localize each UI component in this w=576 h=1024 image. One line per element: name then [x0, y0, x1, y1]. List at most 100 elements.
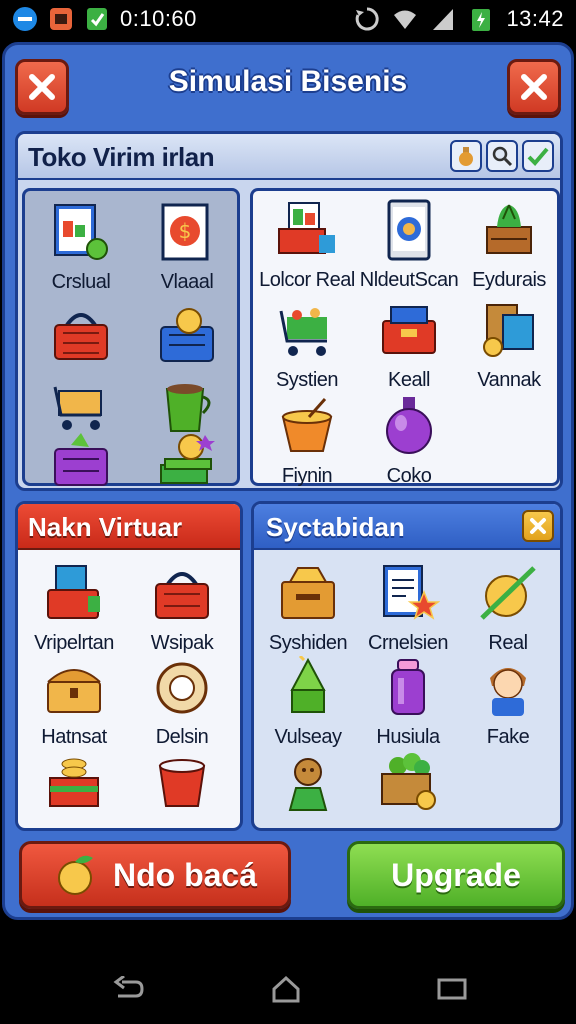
system-item-5[interactable]: Husiula — [358, 656, 458, 749]
store-item-1[interactable]: Crslual — [41, 201, 121, 294]
store-item-8[interactable] — [147, 429, 227, 499]
close-left-button[interactable] — [15, 59, 69, 115]
store-item-3[interactable] — [41, 303, 121, 373]
checkmark-icon — [527, 147, 549, 166]
store-item-9[interactable]: Lolcor Real — [257, 199, 357, 292]
system-item-1[interactable]: Syshiden — [258, 562, 358, 655]
coin-basket-icon — [160, 308, 214, 362]
virtual-panel: Nakn Virtuar Vripelrtan Wsipak Hatnsat D… — [15, 501, 243, 831]
notebook-star-icon — [383, 565, 440, 620]
navigation-bar — [0, 944, 576, 1024]
store-item-16[interactable]: Coko — [359, 395, 459, 488]
store-item-label: Keall — [388, 369, 430, 391]
store-item-label: Systien — [275, 369, 339, 391]
store-item-7[interactable] — [41, 429, 121, 499]
system-panel-close-button[interactable] — [522, 510, 554, 542]
system-panel-title: Syctabidan — [266, 512, 405, 542]
store-item-4[interactable] — [147, 303, 227, 373]
system-item-2[interactable]: Crnelsien — [358, 562, 458, 655]
tablet-icon — [387, 199, 431, 261]
store-item-2[interactable]: $ Vlaaal — [147, 201, 227, 294]
system-item-label: Vulseay — [274, 726, 342, 748]
app-notification-icon — [48, 6, 74, 32]
store-item-14[interactable]: Vannak — [459, 299, 559, 392]
search-tool-button[interactable] — [486, 140, 518, 172]
magnifier-icon — [492, 146, 513, 167]
home-nav-button[interactable] — [266, 974, 306, 1004]
sync-icon — [354, 6, 380, 32]
system-item-label: Fake — [486, 726, 530, 748]
plant-stand-icon — [486, 204, 532, 254]
close-icon — [29, 74, 55, 100]
store-item-label: Fiynin — [281, 465, 333, 487]
treasure-chest-icon — [47, 669, 101, 713]
game-window: Simulasi Bisenis Toko Virim irlan Crslua… — [2, 42, 574, 920]
system-item-3[interactable]: Real — [458, 562, 558, 655]
bowl-icon — [281, 398, 333, 452]
svg-text:$: $ — [179, 219, 192, 243]
system-panel: Syctabidan Syshiden Crnelsien Real Vulse… — [251, 501, 563, 831]
store-item-label: Vlaaal — [160, 271, 214, 293]
store-item-label: NldeutScan — [359, 269, 459, 291]
header: Simulasi Bisenis — [5, 45, 571, 129]
vegetable-box-icon — [381, 753, 436, 810]
tape-roll-icon — [156, 662, 208, 714]
purple-potion-icon — [386, 397, 432, 454]
virtual-panel-header: Nakn Virtuar — [18, 504, 240, 550]
status-time-left: 0:10:60 — [120, 6, 197, 31]
purple-basket-icon — [54, 433, 108, 486]
system-panel-header: Syctabidan — [254, 504, 560, 550]
store-item-11[interactable]: Eydurais — [459, 199, 559, 292]
potion-icon — [459, 147, 473, 166]
confirm-tool-button[interactable] — [522, 140, 554, 172]
price-box-gear-icon — [483, 304, 534, 357]
virtual-item-label: Wsipak — [150, 632, 214, 654]
virtual-item-2[interactable]: Wsipak — [132, 562, 232, 655]
virtual-item-5[interactable] — [24, 750, 124, 814]
back-arrow-icon — [113, 976, 144, 998]
store-item-12[interactable]: Systien — [257, 299, 357, 392]
golden-orb-icon — [480, 566, 536, 620]
back-button[interactable]: Ndo bacá — [19, 841, 291, 909]
potion-tool-button[interactable] — [450, 140, 482, 172]
system-item-7[interactable] — [258, 750, 358, 814]
store-item-13[interactable]: Keall — [359, 299, 459, 392]
virtual-panel-title: Nakn Virtuar — [28, 512, 183, 542]
store-item-10[interactable]: NldeutScan — [359, 199, 459, 292]
upgrade-button[interactable]: Upgrade — [347, 841, 565, 909]
open-chest-icon — [281, 567, 335, 619]
close-right-button[interactable] — [507, 59, 561, 115]
battery-icon — [468, 6, 494, 32]
virtual-item-label: Vripelrtan — [34, 632, 114, 654]
signal-icon — [430, 6, 456, 32]
dollar-card-icon: $ — [161, 203, 209, 261]
store-item-label: Lolcor Real — [259, 269, 355, 291]
purple-bottle-icon — [391, 659, 425, 715]
virtual-item-1[interactable]: Vripelrtan — [24, 562, 124, 655]
store-panel-title: Toko Virim irlan — [28, 142, 215, 172]
system-item-6[interactable]: Fake — [458, 656, 558, 749]
virtual-item-6[interactable] — [132, 750, 232, 814]
system-item-label: Real — [488, 632, 528, 654]
virtual-item-3[interactable]: Hatnsat — [24, 656, 124, 749]
back-nav-button[interactable] — [108, 974, 148, 1004]
boy-avatar-icon — [490, 668, 526, 716]
red-basket-icon — [54, 313, 108, 360]
upgrade-button-label: Upgrade — [391, 856, 521, 893]
system-item-8[interactable] — [358, 750, 458, 814]
system-item-4[interactable]: Vulseay — [258, 656, 358, 749]
virtual-item-label: Hatnsat — [41, 726, 107, 748]
system-item-label: Crnelsien — [368, 632, 448, 654]
store-right-grid: Lolcor Real NldeutScan Eydurais Systien … — [250, 188, 560, 488]
status-bar: 0:10:60 13:42 — [0, 0, 576, 38]
minus-circle-icon — [12, 6, 38, 32]
store-item-15[interactable]: Fiynin — [257, 395, 357, 488]
coin-box-icon — [49, 758, 99, 807]
books-basket-icon — [47, 565, 100, 619]
book-gear-icon — [54, 204, 108, 260]
virtual-item-4[interactable]: Delsin — [132, 656, 232, 749]
store-item-label: Eydurais — [472, 269, 546, 291]
recents-nav-button[interactable] — [432, 974, 472, 1004]
page-title: Simulasi Bisenis — [168, 65, 408, 98]
fruit-icon — [57, 855, 93, 895]
